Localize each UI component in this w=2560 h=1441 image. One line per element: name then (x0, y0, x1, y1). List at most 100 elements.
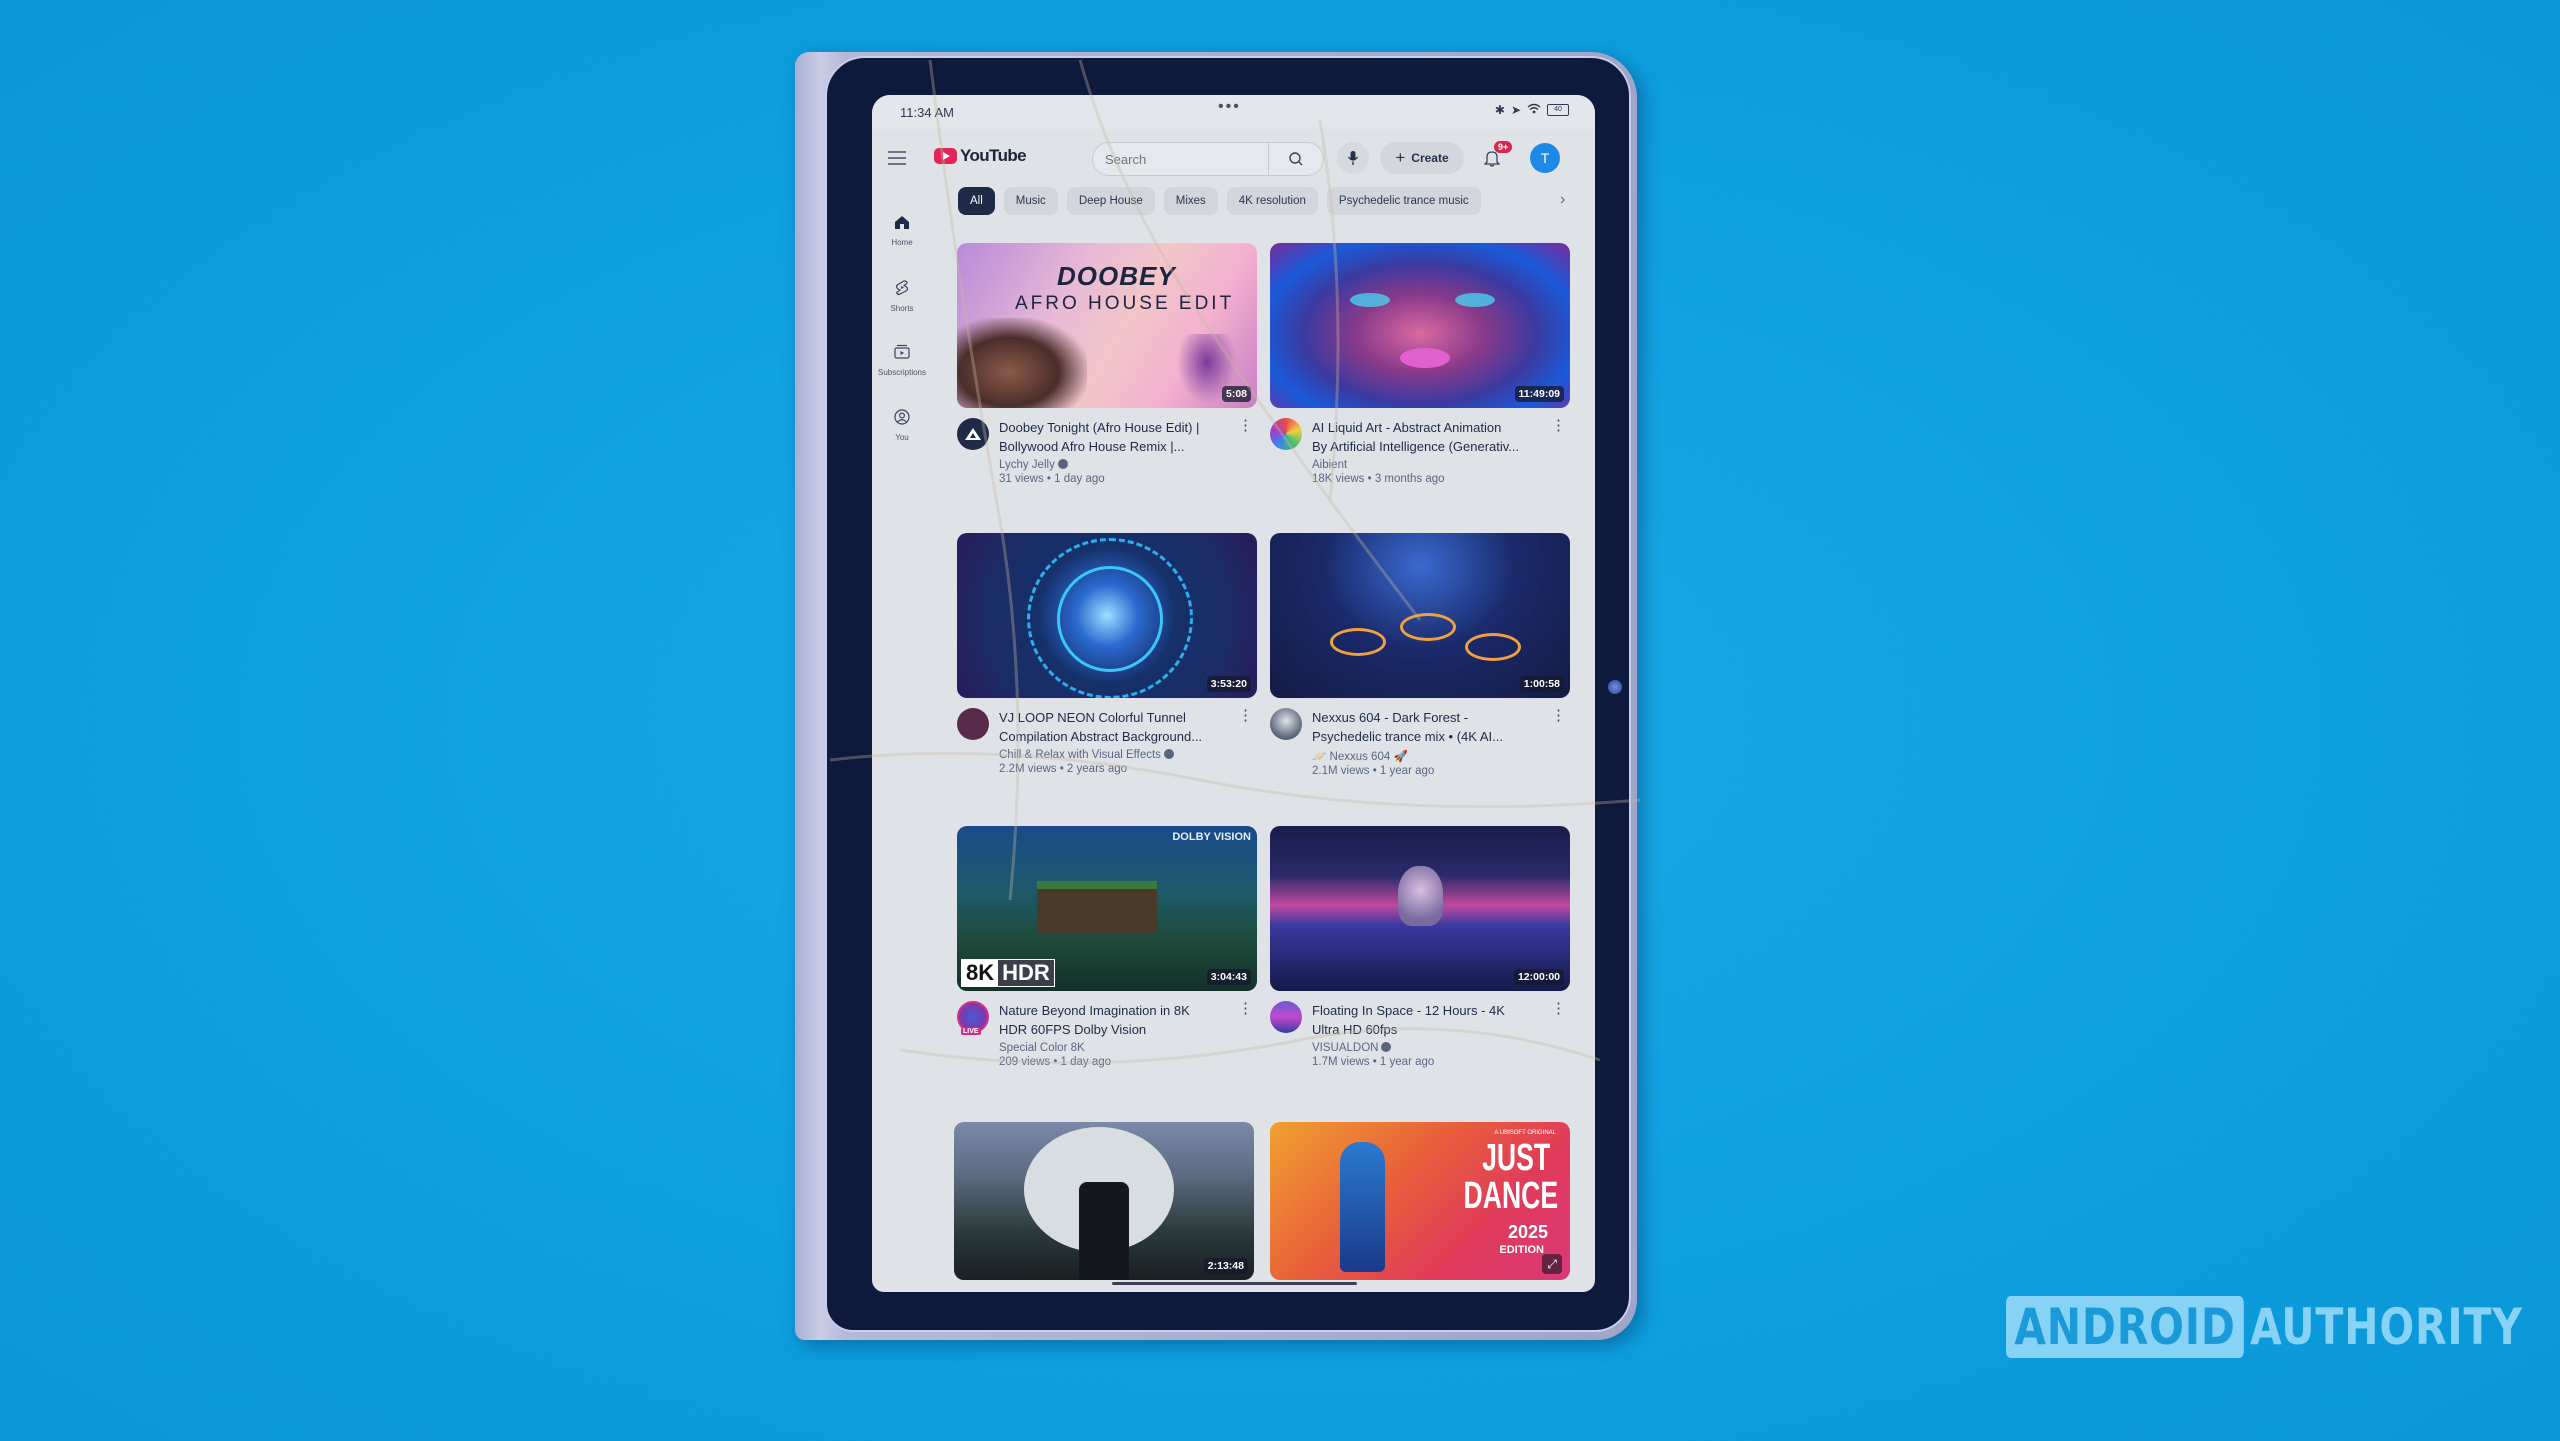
video-thumbnail[interactable]: 3:53:20 (957, 533, 1257, 698)
more-options-icon[interactable]: ⋮ (1238, 708, 1253, 723)
channel-name[interactable]: 🪐 Nexxus 604 🚀 (1312, 749, 1546, 763)
video-title[interactable]: VJ LOOP NEON Colorful Tunnel Compilation … (999, 708, 1233, 746)
more-options-icon[interactable]: ⋮ (1551, 1001, 1566, 1016)
external-link-icon[interactable]: ⤢ (1542, 1254, 1562, 1274)
more-options-icon[interactable]: ⋮ (1551, 708, 1566, 723)
chevron-right-icon[interactable]: › (1560, 191, 1565, 209)
channel-avatar[interactable] (957, 418, 989, 450)
video-duration: 12:00:00 (1513, 969, 1564, 985)
channel-avatar[interactable] (1270, 1001, 1302, 1033)
youtube-header: YouTube + Create 9+ T (872, 129, 1595, 185)
sidebar-item-subscriptions[interactable]: Subscriptions (872, 344, 932, 377)
live-badge: LIVE (961, 1028, 981, 1035)
location-icon: ➤ (1510, 103, 1521, 117)
video-stats: 31 views • 1 day ago (999, 473, 1105, 485)
channel-avatar[interactable]: LIVE (957, 1001, 989, 1035)
video-title-line: HDR 60FPS Dolby Vision (999, 1022, 1147, 1037)
video-title-line: Doobey Tonight (Afro House Edit) | (999, 420, 1200, 435)
chip-music[interactable]: Music (1003, 187, 1058, 215)
video-thumbnail[interactable]: 12:00:00 (1270, 826, 1570, 991)
more-options-icon[interactable]: ⋮ (1238, 1001, 1253, 1016)
video-card[interactable]: 3:53:20 VJ LOOP NEON Colorful Tunnel Comp… (957, 533, 1257, 775)
video-card[interactable]: 1:00:58 Nexxus 604 - Dark Forest - Psyche… (1270, 533, 1570, 777)
youtube-logo[interactable]: YouTube (934, 146, 1027, 166)
video-card[interactable]: A UBISOFT ORIGINAL JUST DANCE 2025 EDITI… (1270, 1122, 1570, 1280)
video-stats: 1.7M views • 1 year ago (1312, 1056, 1435, 1068)
channel-name-text: Chill & Relax with Visual Effects (999, 749, 1161, 761)
thumbnail-people (957, 318, 1087, 408)
video-stats: 18K views • 3 months ago (1312, 473, 1445, 485)
chip-4k-resolution[interactable]: 4K resolution (1226, 187, 1318, 215)
video-thumbnail[interactable]: 11:49:09 (1270, 243, 1570, 408)
video-title[interactable]: Doobey Tonight (Afro House Edit) | Bollyw… (999, 418, 1233, 456)
video-thumbnail[interactable]: DOLBY VISION 8K HDR 3:04:43 (957, 826, 1257, 991)
channel-avatar[interactable] (1270, 418, 1302, 450)
channel-name-text: Special Color 8K (999, 1042, 1085, 1054)
video-title[interactable]: Nature Beyond Imagination in 8K HDR 60FPS… (999, 1001, 1233, 1039)
multitask-dots-icon[interactable]: ••• (1218, 98, 1241, 116)
thumbnail-tunnel-ring (1027, 538, 1193, 698)
video-card[interactable]: 11:49:09 AI Liquid Art - Abstract Animat… (1270, 243, 1570, 485)
more-options-icon[interactable]: ⋮ (1551, 418, 1566, 433)
video-thumbnail[interactable]: DOOBEY AFRO HOUSE EDIT 5:08 (957, 243, 1257, 408)
sidebar-item-shorts[interactable]: Shorts (872, 279, 932, 313)
android-authority-watermark: ANDROID AUTHORITY (2006, 1296, 2560, 1358)
video-meta: AI Liquid Art - Abstract Animation By Art… (1270, 418, 1570, 485)
sidebar-label: You (895, 433, 909, 442)
status-bar: 11:34 AM ••• ✱ ➤ 40 (872, 95, 1595, 129)
channel-name[interactable]: VISUALDON (1312, 1042, 1546, 1054)
channel-name[interactable]: Lychy Jelly (999, 459, 1233, 471)
video-thumbnail[interactable]: 1:00:58 (1270, 533, 1570, 698)
sidebar-item-home[interactable]: Home (872, 215, 932, 247)
video-title-line: Bollywood Afro House Remix |... (999, 439, 1185, 454)
more-options-icon[interactable]: ⋮ (1238, 418, 1253, 433)
video-title[interactable]: Floating In Space - 12 Hours - 4K Ultra H… (1312, 1001, 1546, 1039)
hdr-label: HDR (998, 960, 1054, 986)
thumbnail-house (1037, 881, 1157, 934)
channel-name-text: VISUALDON (1312, 1042, 1379, 1054)
create-button[interactable]: + Create (1380, 142, 1464, 174)
search-box (1092, 142, 1324, 176)
gesture-home-bar[interactable] (1112, 1282, 1357, 1285)
sidebar-label: Subscriptions (877, 368, 927, 377)
channel-name-text: 🪐 Nexxus 604 🚀 (1312, 751, 1408, 763)
youtube-wordmark: YouTube (960, 146, 1027, 165)
video-card[interactable]: DOOBEY AFRO HOUSE EDIT 5:08 Doobey Tonig… (957, 243, 1257, 485)
chip-psychedelic-trance[interactable]: Psychedelic trance music (1326, 187, 1481, 215)
chip-mixes[interactable]: Mixes (1163, 187, 1218, 215)
verified-icon (1163, 749, 1174, 759)
thumbnail-title: DOOBEY (1057, 261, 1176, 291)
search-input[interactable] (1093, 143, 1275, 175)
video-thumbnail[interactable]: 2:13:48 (954, 1122, 1254, 1280)
video-title-line: VJ LOOP NEON Colorful Tunnel (999, 710, 1186, 725)
video-thumbnail[interactable]: A UBISOFT ORIGINAL JUST DANCE 2025 EDITI… (1270, 1122, 1570, 1280)
video-duration: 1:00:58 (1519, 676, 1564, 692)
channel-avatar[interactable] (1270, 708, 1302, 740)
create-label: Create (1411, 151, 1449, 165)
video-title[interactable]: AI Liquid Art - Abstract Animation By Art… (1312, 418, 1546, 456)
verified-icon (1057, 459, 1068, 469)
hamburger-menu-icon[interactable] (888, 147, 906, 169)
video-card[interactable]: 2:13:48 (954, 1122, 1254, 1280)
thumbnail-edition: EDITION (1499, 1244, 1544, 1256)
thumbnail-just: JUST (1482, 1137, 1550, 1179)
sidebar-item-you[interactable]: You (872, 409, 932, 442)
video-duration: 3:53:20 (1206, 676, 1251, 692)
chip-all[interactable]: All (958, 187, 995, 215)
video-card[interactable]: 12:00:00 Floating In Space - 12 Hours - … (1270, 826, 1570, 1068)
video-meta: Floating In Space - 12 Hours - 4K Ultra H… (1270, 1001, 1570, 1068)
voice-search-button[interactable] (1337, 142, 1369, 174)
thumbnail-mushroom (1465, 633, 1521, 661)
video-title[interactable]: Nexxus 604 - Dark Forest - Psychedelic tr… (1312, 708, 1546, 746)
video-duration: 2:13:48 (1203, 1258, 1248, 1274)
video-card[interactable]: DOLBY VISION 8K HDR 3:04:43 LIVE Nature … (957, 826, 1257, 1068)
sidebar-label: Shorts (890, 304, 914, 313)
chip-deep-house[interactable]: Deep House (1066, 187, 1155, 215)
search-button[interactable] (1268, 143, 1323, 175)
channel-name[interactable]: Chill & Relax with Visual Effects (999, 749, 1233, 761)
channel-avatar[interactable] (957, 708, 989, 740)
channel-name[interactable]: Special Color 8K (999, 1042, 1233, 1054)
account-avatar[interactable]: T (1530, 143, 1560, 173)
channel-name[interactable]: Aibient (1312, 459, 1546, 471)
dolby-vision-badge: DOLBY VISION (1172, 831, 1251, 843)
